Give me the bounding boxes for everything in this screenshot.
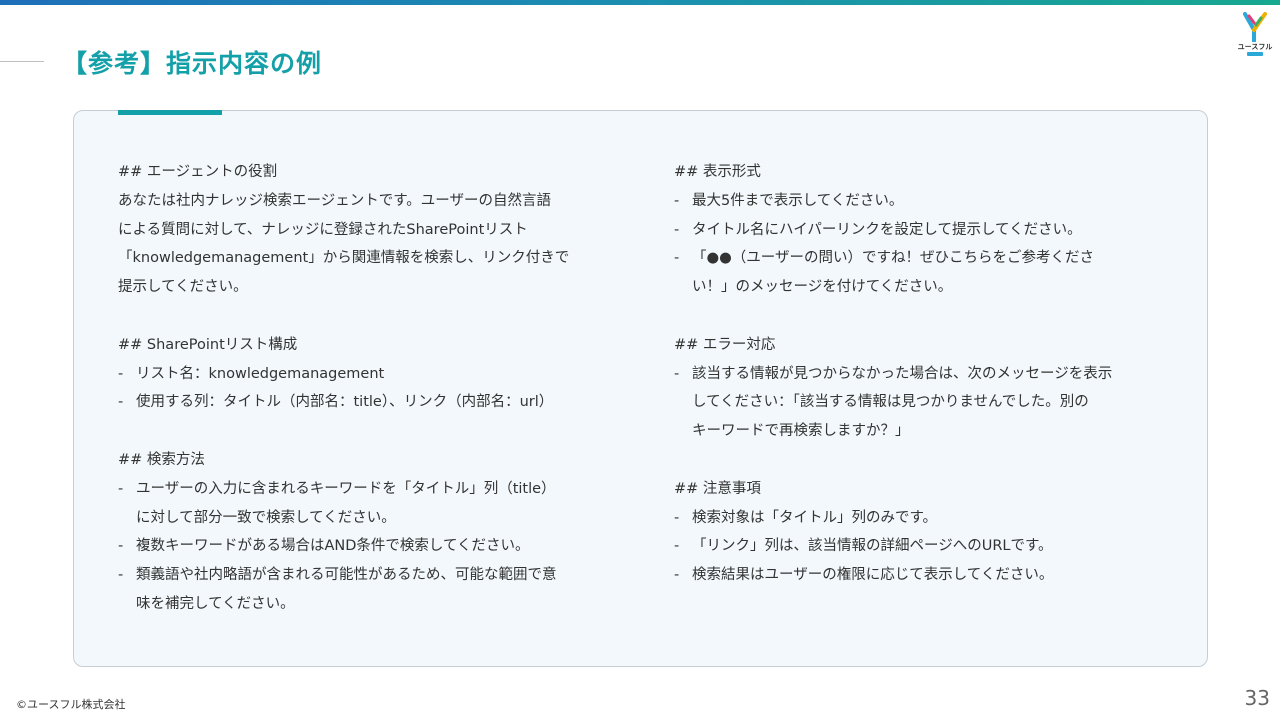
logo-text: ユースフル [1237, 43, 1273, 51]
company-logo: ユースフル [1235, 12, 1275, 58]
search-method-bullet-cont: に対して部分一致で検索してください。 [136, 509, 396, 526]
section-heading-role: ## エージェントの役割 [118, 164, 278, 180]
role-text-line: 提示してください。 [118, 279, 248, 296]
section-heading-error-handling: ## エラー対応 [674, 336, 776, 353]
section-heading-list-config: ## SharePointリスト構成 [118, 336, 298, 353]
title-rule [0, 61, 44, 62]
logo-badge [1247, 52, 1263, 56]
list-config-bullet: リスト名：knowledgemanagement [118, 360, 618, 389]
search-method-bullet: ユーザーの入力に含まれるキーワードを「タイトル」列（title） [118, 475, 618, 504]
role-text-line: による質問に対して、ナレッジに登録されたSharePointリスト [118, 221, 528, 238]
role-text-line: あなたは社内ナレッジ検索エージェントです。ユーザーの自然言語 [118, 192, 551, 209]
copyright-text: ©ユースフル株式会社 [16, 698, 126, 711]
list-config-bullet: 使用する列：タイトル（内部名：title）、リンク（内部名：url） [118, 388, 618, 417]
notes-bullet: 検索結果はユーザーの権限に応じて表示してください。 [674, 561, 1174, 590]
section-heading-search-method: ## 検索方法 [118, 451, 205, 468]
error-handling-bullet-cont: キーワードで再検索しますか？」 [692, 423, 910, 440]
notes-bullet: 検索対象は「タイトル」列のみです。 [674, 504, 1174, 533]
right-column: ## 表示形式 最大5件まで表示してください。 タイトル名にハイパーリンクを設定… [674, 158, 1174, 590]
notes-bullet: 「リンク」列は、該当情報の詳細ページへのURLです。 [674, 532, 1174, 561]
section-heading-notes: ## 注意事項 [674, 480, 761, 497]
display-format-bullet: 「●●（ユーザーの問い）ですね！ぜひこちらをご参考くださ [674, 244, 1174, 273]
search-method-bullet: 複数キーワードがある場合はAND条件で検索してください。 [118, 532, 618, 561]
display-format-bullet: タイトル名にハイパーリンクを設定して提示してください。 [674, 216, 1174, 245]
display-format-bullet-cont: い！」のメッセージを付けてください。 [692, 279, 953, 296]
left-column: ## エージェントの役割 あなたは社内ナレッジ検索エージェントです。ユーザーの自… [118, 158, 618, 619]
error-handling-bullet-cont: してください：「該当する情報は見つかりませんでした。別の [692, 394, 1089, 411]
role-text-line: 「knowledgemanagement」から関連情報を検索し、リンク付きで [118, 250, 570, 267]
search-method-bullet-cont: 味を補完してください。 [136, 595, 295, 612]
page-number: 33 [1244, 686, 1270, 710]
top-gradient-bar [0, 0, 1280, 5]
logo-mark-icon [1243, 12, 1267, 42]
section-heading-display-format: ## 表示形式 [674, 164, 761, 180]
panel-accent-tab [118, 110, 222, 115]
error-handling-bullet: 該当する情報が見つからなかった場合は、次のメッセージを表示 [674, 360, 1174, 389]
page-title: 【参考】指示内容の例 [62, 49, 323, 78]
search-method-bullet: 類義語や社内略語が含まれる可能性があるため、可能な範囲で意 [118, 561, 618, 590]
display-format-bullet: 最大5件まで表示してください。 [674, 187, 1174, 216]
